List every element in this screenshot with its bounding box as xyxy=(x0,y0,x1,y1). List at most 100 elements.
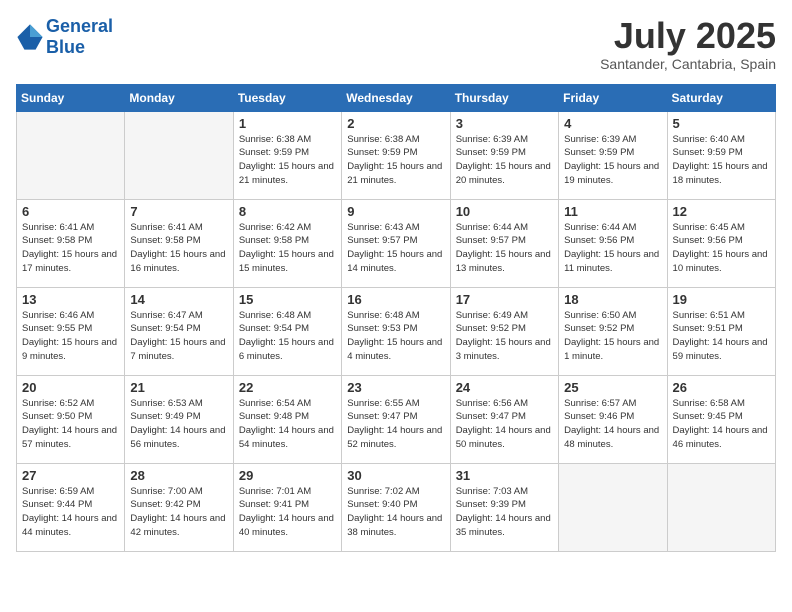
day-number: 6 xyxy=(22,204,119,219)
day-info: Sunrise: 6:52 AM Sunset: 9:50 PM Dayligh… xyxy=(22,397,119,452)
day-number: 21 xyxy=(130,380,227,395)
day-number: 14 xyxy=(130,292,227,307)
calendar-cell: 19 Sunrise: 6:51 AM Sunset: 9:51 PM Dayli… xyxy=(667,287,775,375)
header-friday: Friday xyxy=(559,84,667,111)
day-number: 20 xyxy=(22,380,119,395)
calendar-cell: 6 Sunrise: 6:41 AM Sunset: 9:58 PM Daylig… xyxy=(17,199,125,287)
calendar-cell: 23Sunrise: 6:55 AM Sunset: 9:47 PM Dayli… xyxy=(342,375,450,463)
calendar-cell: 20 Sunrise: 6:52 AM Sunset: 9:50 PM Dayli… xyxy=(17,375,125,463)
day-info: Sunrise: 6:54 AM Sunset: 9:48 PM Dayligh… xyxy=(239,397,336,452)
day-info: Sunrise: 7:01 AM Sunset: 9:41 PM Dayligh… xyxy=(239,485,336,540)
calendar-cell xyxy=(559,463,667,551)
calendar-cell: 28 Sunrise: 7:00 AM Sunset: 9:42 PM Dayli… xyxy=(125,463,233,551)
day-info: Sunrise: 6:44 AM Sunset: 9:56 PM Dayligh… xyxy=(564,221,661,276)
day-info: Sunrise: 6:56 AM Sunset: 9:47 PM Dayligh… xyxy=(456,397,553,452)
calendar-cell: 18Sunrise: 6:50 AM Sunset: 9:52 PM Dayli… xyxy=(559,287,667,375)
day-info: Sunrise: 6:51 AM Sunset: 9:51 PM Dayligh… xyxy=(673,309,770,364)
calendar-week-row: 6 Sunrise: 6:41 AM Sunset: 9:58 PM Daylig… xyxy=(17,199,776,287)
day-info: Sunrise: 6:49 AM Sunset: 9:52 PM Dayligh… xyxy=(456,309,553,364)
day-info: Sunrise: 6:44 AM Sunset: 9:57 PM Dayligh… xyxy=(456,221,553,276)
calendar-cell: 26 Sunrise: 6:58 AM Sunset: 9:45 PM Dayli… xyxy=(667,375,775,463)
day-number: 12 xyxy=(673,204,770,219)
calendar-cell: 30Sunrise: 7:02 AM Sunset: 9:40 PM Dayli… xyxy=(342,463,450,551)
calendar-cell xyxy=(667,463,775,551)
day-number: 16 xyxy=(347,292,444,307)
calendar-cell xyxy=(125,111,233,199)
day-number: 5 xyxy=(673,116,770,131)
header-tuesday: Tuesday xyxy=(233,84,341,111)
day-number: 8 xyxy=(239,204,336,219)
calendar-cell: 27 Sunrise: 6:59 AM Sunset: 9:44 PM Dayli… xyxy=(17,463,125,551)
calendar-cell: 8 Sunrise: 6:42 AM Sunset: 9:58 PM Daylig… xyxy=(233,199,341,287)
calendar-cell: 31Sunrise: 7:03 AM Sunset: 9:39 PM Dayli… xyxy=(450,463,558,551)
day-number: 17 xyxy=(456,292,553,307)
day-number: 30 xyxy=(347,468,444,483)
header-thursday: Thursday xyxy=(450,84,558,111)
calendar-table: SundayMondayTuesdayWednesdayThursdayFrid… xyxy=(16,84,776,552)
day-number: 29 xyxy=(239,468,336,483)
location-subtitle: Santander, Cantabria, Spain xyxy=(600,56,776,72)
day-info: Sunrise: 6:39 AM Sunset: 9:59 PM Dayligh… xyxy=(456,133,553,188)
calendar-cell: 12Sunrise: 6:45 AM Sunset: 9:56 PM Dayli… xyxy=(667,199,775,287)
day-info: Sunrise: 6:53 AM Sunset: 9:49 PM Dayligh… xyxy=(130,397,227,452)
logo: General Blue xyxy=(16,16,113,58)
calendar-cell: 7 Sunrise: 6:41 AM Sunset: 9:58 PM Daylig… xyxy=(125,199,233,287)
day-info: Sunrise: 6:58 AM Sunset: 9:45 PM Dayligh… xyxy=(673,397,770,452)
calendar-week-row: 13 Sunrise: 6:46 AM Sunset: 9:55 PM Dayli… xyxy=(17,287,776,375)
calendar-cell: 15 Sunrise: 6:48 AM Sunset: 9:54 PM Dayli… xyxy=(233,287,341,375)
calendar-cell: 22 Sunrise: 6:54 AM Sunset: 9:48 PM Dayli… xyxy=(233,375,341,463)
calendar-cell xyxy=(17,111,125,199)
calendar-cell: 17 Sunrise: 6:49 AM Sunset: 9:52 PM Dayli… xyxy=(450,287,558,375)
day-number: 9 xyxy=(347,204,444,219)
header-saturday: Saturday xyxy=(667,84,775,111)
day-info: Sunrise: 7:00 AM Sunset: 9:42 PM Dayligh… xyxy=(130,485,227,540)
title-block: July 2025 Santander, Cantabria, Spain xyxy=(600,16,776,72)
day-number: 27 xyxy=(22,468,119,483)
day-number: 18 xyxy=(564,292,661,307)
day-number: 13 xyxy=(22,292,119,307)
day-number: 15 xyxy=(239,292,336,307)
day-info: Sunrise: 6:48 AM Sunset: 9:54 PM Dayligh… xyxy=(239,309,336,364)
logo-line1: General xyxy=(46,16,113,37)
day-info: Sunrise: 6:41 AM Sunset: 9:58 PM Dayligh… xyxy=(22,221,119,276)
day-number: 7 xyxy=(130,204,227,219)
day-info: Sunrise: 6:57 AM Sunset: 9:46 PM Dayligh… xyxy=(564,397,661,452)
calendar-header-row: SundayMondayTuesdayWednesdayThursdayFrid… xyxy=(17,84,776,111)
day-info: Sunrise: 6:42 AM Sunset: 9:58 PM Dayligh… xyxy=(239,221,336,276)
day-number: 11 xyxy=(564,204,661,219)
calendar-cell: 1 Sunrise: 6:38 AM Sunset: 9:59 PM Daylig… xyxy=(233,111,341,199)
calendar-cell: 16Sunrise: 6:48 AM Sunset: 9:53 PM Dayli… xyxy=(342,287,450,375)
month-year-title: July 2025 xyxy=(600,16,776,56)
calendar-cell: 9 Sunrise: 6:43 AM Sunset: 9:57 PM Daylig… xyxy=(342,199,450,287)
logo-icon xyxy=(16,23,44,51)
day-info: Sunrise: 6:38 AM Sunset: 9:59 PM Dayligh… xyxy=(347,133,444,188)
calendar-cell: 3Sunrise: 6:39 AM Sunset: 9:59 PM Daylig… xyxy=(450,111,558,199)
calendar-cell: 21 Sunrise: 6:53 AM Sunset: 9:49 PM Dayli… xyxy=(125,375,233,463)
day-number: 10 xyxy=(456,204,553,219)
day-info: Sunrise: 6:43 AM Sunset: 9:57 PM Dayligh… xyxy=(347,221,444,276)
header-sunday: Sunday xyxy=(17,84,125,111)
calendar-cell: 29 Sunrise: 7:01 AM Sunset: 9:41 PM Dayli… xyxy=(233,463,341,551)
calendar-cell: 2Sunrise: 6:38 AM Sunset: 9:59 PM Daylig… xyxy=(342,111,450,199)
calendar-cell: 5 Sunrise: 6:40 AM Sunset: 9:59 PM Daylig… xyxy=(667,111,775,199)
day-number: 23 xyxy=(347,380,444,395)
day-number: 22 xyxy=(239,380,336,395)
day-number: 4 xyxy=(564,116,661,131)
day-number: 31 xyxy=(456,468,553,483)
day-number: 26 xyxy=(673,380,770,395)
day-info: Sunrise: 6:40 AM Sunset: 9:59 PM Dayligh… xyxy=(673,133,770,188)
day-number: 28 xyxy=(130,468,227,483)
day-info: Sunrise: 6:47 AM Sunset: 9:54 PM Dayligh… xyxy=(130,309,227,364)
day-info: Sunrise: 6:38 AM Sunset: 9:59 PM Dayligh… xyxy=(239,133,336,188)
page-header: General Blue July 2025 Santander, Cantab… xyxy=(16,16,776,72)
calendar-cell: 11 Sunrise: 6:44 AM Sunset: 9:56 PM Dayli… xyxy=(559,199,667,287)
calendar-cell: 25 Sunrise: 6:57 AM Sunset: 9:46 PM Dayli… xyxy=(559,375,667,463)
day-number: 1 xyxy=(239,116,336,131)
day-info: Sunrise: 6:41 AM Sunset: 9:58 PM Dayligh… xyxy=(130,221,227,276)
day-number: 24 xyxy=(456,380,553,395)
day-number: 25 xyxy=(564,380,661,395)
day-info: Sunrise: 6:59 AM Sunset: 9:44 PM Dayligh… xyxy=(22,485,119,540)
calendar-week-row: 20 Sunrise: 6:52 AM Sunset: 9:50 PM Dayli… xyxy=(17,375,776,463)
day-number: 19 xyxy=(673,292,770,307)
day-info: Sunrise: 6:46 AM Sunset: 9:55 PM Dayligh… xyxy=(22,309,119,364)
